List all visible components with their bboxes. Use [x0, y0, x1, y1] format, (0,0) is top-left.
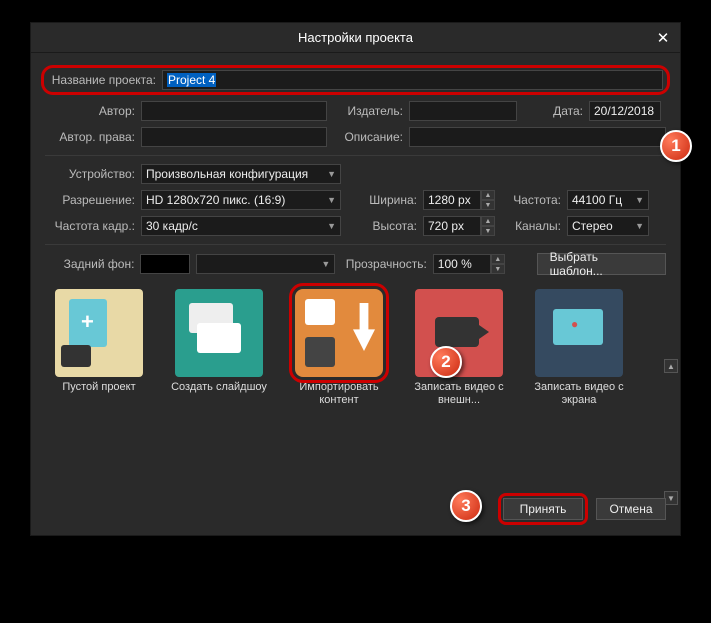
annotation-badge-2: 2 [430, 346, 462, 378]
date-label: Дата: [523, 104, 583, 118]
spin-down-icon[interactable]: ▼ [491, 264, 505, 274]
slideshow-icon [175, 289, 263, 377]
template-list: Пустой проект Создать слайдшоу Импортиро… [45, 289, 666, 407]
accept-button[interactable]: Принять [503, 498, 583, 520]
chevron-down-icon: ▼ [635, 195, 644, 205]
publisher-label: Издатель: [333, 104, 403, 118]
project-settings-dialog: Настройки проекта ✕ Название проекта: Pr… [30, 22, 681, 536]
scroll-up-icon[interactable]: ▲ [664, 359, 678, 373]
chevron-down-icon: ▼ [327, 169, 336, 179]
opacity-spinner[interactable]: 100 %▲▼ [433, 254, 505, 274]
channels-label: Каналы: [501, 219, 561, 233]
width-label: Ширина: [347, 193, 417, 207]
height-label: Высота: [347, 219, 417, 233]
record-screen-icon [535, 289, 623, 377]
device-label: Устройство: [45, 167, 135, 181]
accept-button-highlight: Принять [498, 493, 588, 525]
framerate-select[interactable]: 30 кадр/с▼ [141, 216, 341, 236]
choose-template-button[interactable]: Выбрать шаблон... [537, 253, 666, 275]
project-name-input[interactable]: Project 4 [162, 70, 663, 90]
spin-up-icon[interactable]: ▲ [481, 216, 495, 226]
resolution-label: Разрешение: [45, 193, 135, 207]
background-color-swatch[interactable] [140, 254, 190, 274]
copyright-label: Автор. права: [45, 130, 135, 144]
resolution-select[interactable]: HD 1280x720 пикс. (16:9)▼ [141, 190, 341, 210]
chevron-down-icon: ▼ [321, 259, 330, 269]
dialog-title: Настройки проекта [298, 30, 413, 45]
cancel-button[interactable]: Отмена [596, 498, 666, 520]
template-empty-project[interactable]: Пустой проект [45, 289, 153, 407]
project-name-row: Название проекта: Project 4 [41, 65, 670, 95]
annotation-badge-3: 3 [450, 490, 482, 522]
height-spinner[interactable]: 720 px▲▼ [423, 216, 495, 236]
titlebar: Настройки проекта ✕ [31, 23, 680, 53]
framerate-label: Частота кадр.: [45, 219, 135, 233]
scroll-down-icon[interactable]: ▼ [664, 491, 678, 505]
templates-scrollbar: ▲ ▼ [664, 359, 678, 623]
channels-select[interactable]: Стерео▼ [567, 216, 649, 236]
chevron-down-icon: ▼ [327, 221, 336, 231]
spin-up-icon[interactable]: ▲ [481, 190, 495, 200]
chevron-down-icon: ▼ [327, 195, 336, 205]
spin-down-icon[interactable]: ▼ [481, 200, 495, 210]
frequency-select[interactable]: 44100 Гц▼ [567, 190, 649, 210]
close-icon[interactable]: ✕ [654, 29, 672, 47]
frequency-label: Частота: [501, 193, 561, 207]
background-select[interactable]: ▼ [196, 254, 335, 274]
chevron-down-icon: ▼ [635, 221, 644, 231]
template-record-external[interactable]: Записать видео с внешн... [405, 289, 513, 407]
spin-up-icon[interactable]: ▲ [491, 254, 505, 264]
author-label: Автор: [45, 104, 135, 118]
template-import-content[interactable]: Импортировать контент [285, 289, 393, 407]
import-content-icon [295, 289, 383, 377]
date-input[interactable] [589, 101, 661, 121]
description-input[interactable] [409, 127, 666, 147]
device-select[interactable]: Произвольная конфигурация▼ [141, 164, 341, 184]
opacity-label: Прозрачность: [341, 257, 426, 271]
template-record-screen[interactable]: Записать видео с экрана [525, 289, 633, 407]
description-label: Описание: [333, 130, 403, 144]
copyright-input[interactable] [141, 127, 327, 147]
publisher-input[interactable] [409, 101, 517, 121]
width-spinner[interactable]: 1280 px▲▼ [423, 190, 495, 210]
annotation-badge-1: 1 [660, 130, 692, 162]
empty-project-icon [55, 289, 143, 377]
project-name-label: Название проекта: [48, 73, 156, 87]
author-input[interactable] [141, 101, 327, 121]
template-slideshow[interactable]: Создать слайдшоу [165, 289, 273, 407]
background-label: Задний фон: [45, 257, 134, 271]
spin-down-icon[interactable]: ▼ [481, 226, 495, 236]
